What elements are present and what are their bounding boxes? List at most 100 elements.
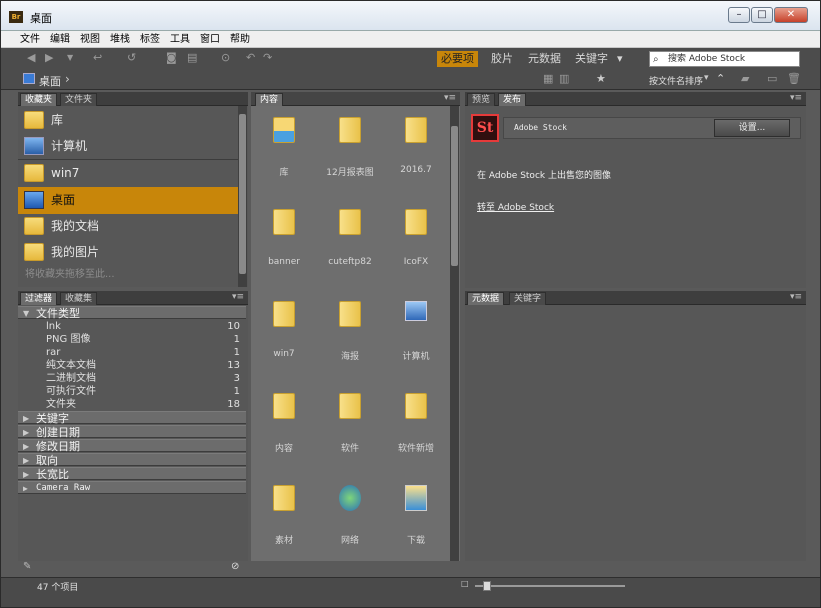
menu-window[interactable]: 窗口 — [195, 31, 225, 48]
tab-filter[interactable]: 过滤器 — [20, 292, 58, 305]
new-folder-icon[interactable]: ▭ — [767, 69, 777, 89]
filter-row[interactable]: 纯文本文档 13 — [18, 359, 246, 372]
content-item[interactable]: 素材 — [252, 475, 316, 565]
rotate-left-icon[interactable]: ↶ — [246, 48, 255, 68]
filter-row[interactable]: rar 1 — [18, 346, 246, 359]
content-item[interactable]: 12月报表图 — [318, 107, 382, 197]
filter-section-keywords[interactable]: ▶ 关键字 — [18, 411, 246, 425]
filter-section-modified[interactable]: ▶ 修改日期 — [18, 439, 246, 453]
filter-section-orientation[interactable]: ▶ 取向 — [18, 453, 246, 467]
scrollbar-thumb[interactable] — [451, 126, 458, 266]
scrollbar-thumb[interactable] — [239, 114, 246, 274]
thumbnail-size-slider[interactable] — [475, 581, 625, 591]
menu-file[interactable]: 文件 — [15, 31, 45, 48]
pictures-icon — [24, 243, 44, 261]
breadcrumb-separator[interactable]: › — [65, 72, 70, 86]
breadcrumb-item[interactable]: 桌面 — [39, 73, 61, 89]
menu-help[interactable]: 帮助 — [225, 31, 255, 48]
refine-icon[interactable]: ▤ — [187, 48, 197, 68]
filter-section-aspect[interactable]: ▶ 长宽比 — [18, 467, 246, 481]
workspace-metadata[interactable]: 元数据 — [524, 51, 565, 67]
content-item[interactable]: 网络 — [318, 475, 382, 565]
workspace-essentials[interactable]: 必要项 — [437, 51, 478, 67]
filter-row[interactable]: 可执行文件 1 — [18, 385, 246, 398]
favorite-library[interactable]: 库 — [18, 107, 238, 134]
filter-section-created[interactable]: ▶ 创建日期 — [18, 425, 246, 439]
library-icon — [24, 111, 44, 129]
content-item[interactable]: 下载 — [384, 475, 448, 565]
filter-row[interactable]: PNG 图像 1 — [18, 333, 246, 346]
view-grid-icon[interactable]: ▥ — [559, 69, 569, 89]
content-item[interactable]: 内容 — [252, 383, 316, 473]
favorite-documents[interactable]: 我的文档 — [18, 213, 238, 240]
tab-keywords[interactable]: 关键字 — [509, 292, 547, 305]
panel-menu-icon[interactable]: ▾≡ — [444, 93, 456, 103]
content-item[interactable]: cuteftp82 — [318, 199, 382, 289]
tab-preview[interactable]: 预览 — [467, 93, 496, 106]
sort-ascending-icon[interactable]: ⌃ — [716, 69, 725, 89]
close-button[interactable]: ✕ — [774, 7, 808, 23]
open-recent-folder-icon[interactable]: ▰ — [741, 69, 749, 89]
filter-row[interactable]: 文件夹 18 — [18, 398, 246, 411]
pin-icon[interactable]: ✎ — [23, 561, 31, 572]
menu-label[interactable]: 标签 — [135, 31, 165, 48]
rotate-right-icon[interactable]: ↷ — [263, 48, 272, 68]
goto-adobe-stock-link[interactable]: 转至 Adobe Stock — [477, 200, 554, 213]
panel-menu-icon[interactable]: ▾≡ — [790, 93, 802, 103]
content-item[interactable]: banner — [252, 199, 316, 289]
tab-metadata[interactable]: 元数据 — [467, 292, 505, 305]
panel-menu-icon[interactable]: ▾≡ — [232, 292, 244, 302]
favorites-scrollbar[interactable] — [238, 106, 247, 287]
content-item[interactable]: 2016.7 — [384, 107, 448, 197]
content-item[interactable]: 软件 — [318, 383, 382, 473]
filter-row[interactable]: 二进制文档 3 — [18, 372, 246, 385]
tab-collections[interactable]: 收藏集 — [60, 292, 98, 305]
menu-view[interactable]: 视图 — [75, 31, 105, 48]
content-item[interactable]: win7 — [252, 291, 316, 381]
sort-dropdown-icon[interactable]: ▾ — [704, 73, 709, 83]
rotate-icon[interactable]: ↺ — [127, 48, 136, 68]
sort-by-filename[interactable]: 按文件名排序 — [649, 74, 703, 87]
slider-handle[interactable] — [483, 581, 491, 591]
thumbnail-small-icon[interactable]: □ — [461, 579, 469, 588]
content-item[interactable]: 计算机 — [384, 291, 448, 381]
filter-row[interactable]: lnk 10 — [18, 320, 246, 333]
tab-folders[interactable]: 文件夹 — [60, 93, 98, 106]
menu-stack[interactable]: 堆栈 — [105, 31, 135, 48]
clear-filter-icon[interactable]: ⊘ — [231, 561, 239, 572]
menu-tools[interactable]: 工具 — [165, 31, 195, 48]
tab-content[interactable]: 内容 — [255, 93, 284, 106]
content-item[interactable]: IcoFX — [384, 199, 448, 289]
star-filter-icon[interactable]: ★ — [596, 69, 606, 89]
favorite-win7[interactable]: win7 — [18, 160, 238, 187]
content-item[interactable]: 软件新增 — [384, 383, 448, 473]
filter-section-camera-raw[interactable]: ▶ Camera Raw — [18, 481, 246, 494]
filter-section-file-type[interactable]: ▼ 文件类型 — [18, 306, 246, 320]
panel-menu-icon[interactable]: ▾≡ — [790, 292, 802, 302]
minimize-button[interactable]: – — [728, 7, 750, 23]
back-icon[interactable]: ◀ — [27, 48, 35, 68]
workspace-keywords[interactable]: 关键字 — [571, 51, 612, 67]
camera-icon[interactable]: ◙ — [166, 48, 177, 68]
content-item[interactable]: 海报 — [318, 291, 382, 381]
content-scrollbar[interactable] — [450, 106, 459, 561]
tab-publish[interactable]: 发布 — [498, 93, 527, 106]
desktop-icon — [23, 73, 35, 84]
thumbnail-quality-icon[interactable]: ▦ — [543, 69, 553, 89]
favorite-computer[interactable]: 计算机 — [18, 133, 238, 160]
open-icon[interactable]: ⊙ — [221, 48, 230, 68]
tab-favorites[interactable]: 收藏夹 — [20, 93, 58, 106]
menu-edit[interactable]: 编辑 — [45, 31, 75, 48]
workspace-more-dropdown[interactable]: ▾ — [613, 51, 627, 67]
settings-button[interactable]: 设置... — [714, 119, 790, 137]
search-input[interactable]: ⌕ 搜索 Adobe Stock — [649, 51, 800, 67]
workspace-filmstrip[interactable]: 胶片 — [487, 51, 517, 67]
maximize-button[interactable]: □ — [751, 7, 773, 23]
forward-icon[interactable]: ▶ — [45, 48, 53, 68]
content-item[interactable]: 库 — [252, 107, 316, 197]
favorite-desktop[interactable]: 桌面 — [18, 187, 238, 214]
boomerang-icon[interactable]: ↩ — [93, 48, 102, 68]
delete-icon[interactable]: 🗑 — [787, 69, 801, 89]
recent-dropdown-icon[interactable]: ▼ — [67, 48, 73, 68]
favorite-pictures[interactable]: 我的图片 — [18, 239, 238, 266]
